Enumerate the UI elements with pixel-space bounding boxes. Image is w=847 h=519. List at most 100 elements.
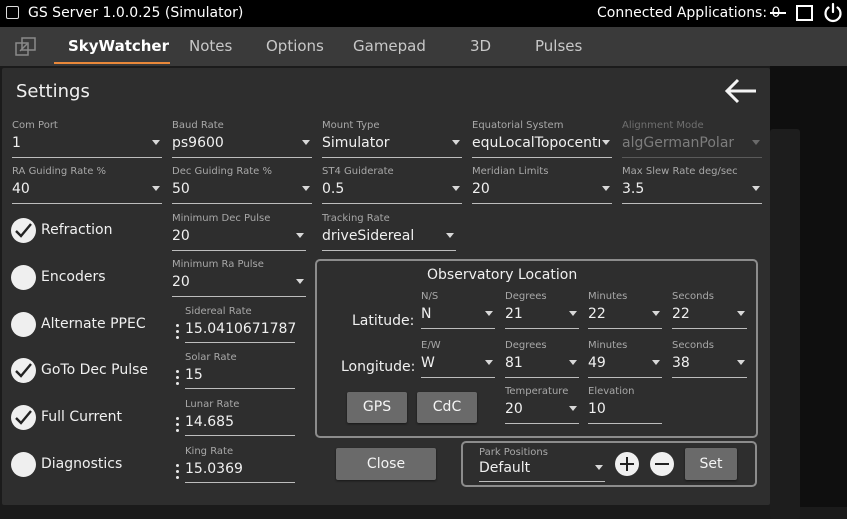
king-rate-label: King Rate bbox=[185, 446, 234, 457]
st4-guiderate-select[interactable]: ST4 Guiderate 0.5 bbox=[322, 166, 462, 204]
goto-dec-pulse-label: GoTo Dec Pulse bbox=[41, 362, 149, 378]
park-positions-value: Default bbox=[479, 460, 531, 476]
temperature-select[interactable]: Temperature 20 bbox=[505, 386, 579, 424]
chevron-down-icon bbox=[602, 140, 610, 145]
underline bbox=[172, 250, 306, 251]
com-port-select[interactable]: Com Port 1 bbox=[12, 120, 162, 158]
latitude-label: Latitude: bbox=[352, 313, 415, 329]
underline bbox=[172, 157, 312, 158]
background-panel bbox=[770, 129, 800, 519]
ns-select[interactable]: N/S N bbox=[421, 291, 495, 329]
underline bbox=[479, 481, 605, 482]
page-title: Settings bbox=[16, 81, 90, 102]
tracking-rate-select[interactable]: Tracking Rate driveSidereal bbox=[322, 213, 456, 251]
longitude-minutes-select[interactable]: Minutes 49 bbox=[588, 340, 662, 378]
chevron-down-icon bbox=[452, 186, 460, 191]
power-icon[interactable] bbox=[822, 2, 844, 24]
chevron-down-icon bbox=[152, 186, 160, 191]
meridian-limits-select[interactable]: Meridian Limits 20 bbox=[472, 166, 612, 204]
tab-options[interactable]: Options bbox=[266, 37, 324, 55]
checkbox-circle bbox=[11, 358, 36, 383]
longitude-degrees-select[interactable]: Degrees 81 bbox=[505, 340, 579, 378]
underline bbox=[185, 342, 295, 343]
underline bbox=[622, 157, 762, 158]
set-park-button[interactable]: Set bbox=[685, 448, 737, 480]
chevron-down-icon bbox=[569, 311, 577, 316]
connected-applications-label: Connected Applications: 0 bbox=[597, 5, 781, 21]
lunar-rate-value: 14.685 bbox=[185, 414, 234, 430]
min-dec-pulse-select[interactable]: Minimum Dec Pulse 20 bbox=[172, 213, 306, 251]
gps-button[interactable]: GPS bbox=[347, 392, 407, 423]
equatorial-system-select[interactable]: Equatorial System equLocalTopocentri bbox=[472, 120, 612, 158]
mount-type-select[interactable]: Mount Type Simulator bbox=[322, 120, 462, 158]
underline bbox=[421, 328, 495, 329]
close-button[interactable]: Close bbox=[336, 448, 436, 480]
cdc-button[interactable]: CdC bbox=[417, 392, 477, 423]
back-arrow-icon[interactable] bbox=[724, 78, 758, 104]
latitude-seconds-select[interactable]: Seconds 22 bbox=[672, 291, 747, 329]
min-ra-pulse-select[interactable]: Minimum Ra Pulse 20 bbox=[172, 259, 306, 297]
baud-rate-select[interactable]: Baud Rate ps9600 bbox=[172, 120, 312, 158]
latitude-degrees-select[interactable]: Degrees 21 bbox=[505, 291, 579, 329]
tracking-rate-label: Tracking Rate bbox=[322, 213, 390, 224]
chevron-down-icon bbox=[302, 140, 310, 145]
underline bbox=[472, 203, 612, 204]
remove-park-position-button[interactable] bbox=[650, 452, 674, 476]
chevron-down-icon bbox=[152, 140, 160, 145]
chevron-down-icon bbox=[595, 465, 603, 470]
latitude-degrees-value: 21 bbox=[505, 306, 523, 322]
more-vertical-icon[interactable] bbox=[176, 464, 179, 479]
mount-type-value: Simulator bbox=[322, 135, 390, 151]
temperature-label: Temperature bbox=[505, 386, 569, 397]
tab-pulses[interactable]: Pulses bbox=[535, 37, 582, 55]
sidereal-rate-value: 15.0410671787 bbox=[185, 321, 297, 337]
meridian-limits-value: 20 bbox=[472, 181, 490, 197]
lunar-rate-input[interactable]: Lunar Rate 14.685 bbox=[176, 399, 295, 436]
underline bbox=[172, 296, 306, 297]
longitude-seconds-label: Seconds bbox=[672, 340, 715, 351]
more-vertical-icon[interactable] bbox=[176, 324, 179, 339]
tab-3d[interactable]: 3D bbox=[470, 37, 491, 55]
dec-guiding-rate-select[interactable]: Dec Guiding Rate % 50 bbox=[172, 166, 312, 204]
plus-icon-vertical bbox=[626, 457, 628, 471]
com-port-value: 1 bbox=[12, 135, 21, 151]
add-park-position-button[interactable] bbox=[615, 452, 639, 476]
more-vertical-icon[interactable] bbox=[176, 417, 179, 432]
chevron-down-icon bbox=[569, 360, 577, 365]
maximize-icon[interactable] bbox=[796, 5, 813, 21]
longitude-seconds-value: 38 bbox=[672, 355, 690, 371]
observatory-location-group: Observatory Location Latitude: N/S N Deg… bbox=[315, 259, 758, 438]
ew-select[interactable]: E/W W bbox=[421, 340, 495, 378]
latitude-minutes-select[interactable]: Minutes 22 bbox=[588, 291, 662, 329]
chevron-down-icon bbox=[652, 311, 660, 316]
checkmark-icon bbox=[15, 363, 32, 378]
ra-guiding-rate-label: RA Guiding Rate % bbox=[12, 166, 107, 177]
ra-guiding-rate-select[interactable]: RA Guiding Rate % 40 bbox=[12, 166, 162, 204]
king-rate-input[interactable]: King Rate 15.0369 bbox=[176, 446, 295, 483]
chevron-down-icon bbox=[602, 186, 610, 191]
meridian-limits-label: Meridian Limits bbox=[472, 166, 549, 177]
park-positions-group: Park Positions Default Set bbox=[461, 441, 757, 487]
minimize-icon[interactable] bbox=[770, 12, 786, 14]
encoders-label: Encoders bbox=[41, 269, 106, 285]
tab-gamepad[interactable]: Gamepad bbox=[353, 37, 426, 55]
underline bbox=[588, 328, 662, 329]
max-slew-rate-select[interactable]: Max Slew Rate deg/sec 3.5 bbox=[622, 166, 762, 204]
park-positions-select[interactable]: Park Positions Default bbox=[479, 447, 605, 482]
tab-skywatcher[interactable]: SkyWatcher bbox=[68, 37, 169, 55]
equatorial-system-label: Equatorial System bbox=[472, 120, 564, 131]
elevation-input[interactable]: Elevation 10 bbox=[588, 386, 662, 424]
open-window-icon[interactable] bbox=[15, 37, 37, 57]
st4-guiderate-value: 0.5 bbox=[322, 181, 345, 197]
sidereal-rate-input[interactable]: Sidereal Rate 15.0410671787 bbox=[176, 306, 297, 343]
solar-rate-label: Solar Rate bbox=[185, 352, 237, 363]
longitude-seconds-select[interactable]: Seconds 38 bbox=[672, 340, 747, 378]
solar-rate-value: 15 bbox=[185, 367, 203, 383]
chevron-down-icon bbox=[485, 360, 493, 365]
king-rate-value: 15.0369 bbox=[185, 461, 243, 477]
mount-type-label: Mount Type bbox=[322, 120, 380, 131]
baud-rate-value: ps9600 bbox=[172, 135, 224, 151]
solar-rate-input[interactable]: Solar Rate 15 bbox=[176, 352, 295, 389]
more-vertical-icon[interactable] bbox=[176, 370, 179, 385]
tab-notes[interactable]: Notes bbox=[189, 37, 232, 55]
